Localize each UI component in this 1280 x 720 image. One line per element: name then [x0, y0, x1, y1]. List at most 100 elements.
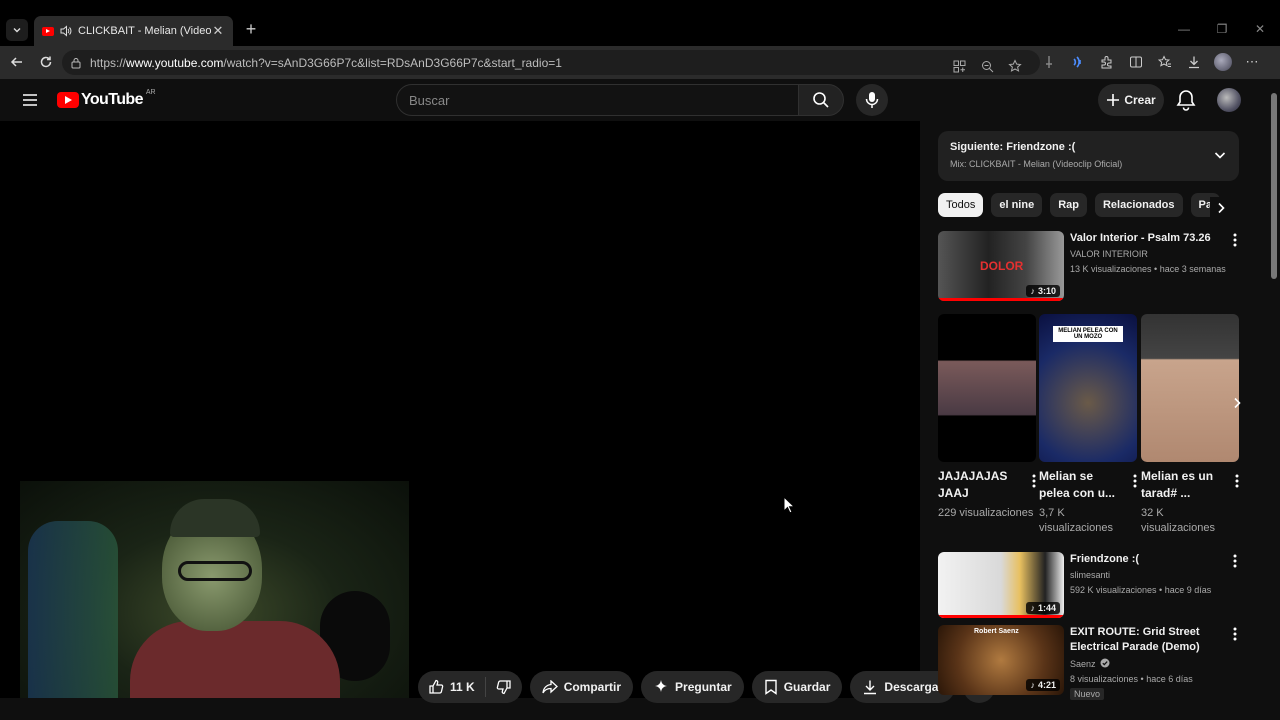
account-avatar[interactable] [1217, 88, 1241, 112]
logo-wordmark: YouTube [81, 91, 143, 108]
browser-tab-active[interactable]: CLICKBAIT - Melian (Videoclip ✕ [34, 16, 233, 46]
like-button[interactable]: 11 K [418, 677, 486, 697]
short-item[interactable]: MELIAN PELEA CON UN MOZO Melian se pelea… [1039, 314, 1137, 536]
short-item[interactable]: Melian es un tarad# ... 32 K visualizaci… [1141, 314, 1239, 536]
video-title[interactable]: EXIT ROUTE: Grid Street Electrical Parad… [1070, 625, 1239, 655]
site-info-icon[interactable] [70, 57, 82, 69]
search-box[interactable] [396, 84, 799, 116]
short-item[interactable]: JAJAJAJAS JAAJ 229 visualizaciones [938, 314, 1036, 521]
more-vertical-icon[interactable] [1233, 233, 1237, 252]
favorite-star-icon[interactable] [1006, 57, 1024, 75]
bottom-strip [0, 703, 1280, 720]
chevron-down-icon[interactable] [1213, 148, 1227, 167]
address-bar[interactable]: https://www.youtube.com/watch?v=sAnD3G66… [62, 50, 1040, 75]
short-views: 229 visualizaciones [938, 507, 1034, 519]
short-thumbnail[interactable] [1141, 314, 1239, 462]
shorts-scroll-right-icon[interactable] [1226, 392, 1248, 414]
minimize-icon[interactable]: — [1170, 18, 1198, 40]
chip-relacionados[interactable]: Relacionados [1094, 193, 1183, 217]
back-icon[interactable] [6, 51, 28, 73]
video-info: Valor Interior - Psalm 73.26 VALOR INTER… [1070, 231, 1239, 301]
duration-value: 3:10 [1037, 286, 1056, 296]
video-title[interactable]: Friendzone :( [1070, 552, 1239, 567]
duration-value: 1:44 [1037, 603, 1056, 613]
tab-list-button[interactable] [6, 19, 28, 41]
video-meta: 13 K visualizaciones • hace 3 semanas [1070, 264, 1226, 274]
reload-icon[interactable] [35, 51, 57, 73]
thumbs-down-icon [496, 680, 511, 695]
restore-icon[interactable]: ❐ [1208, 18, 1236, 40]
tab-close-icon[interactable]: ✕ [211, 23, 225, 39]
page-scrollbar[interactable] [1268, 79, 1280, 703]
downloads-icon[interactable] [1185, 53, 1203, 71]
more-vertical-icon[interactable] [1233, 627, 1237, 646]
profile-avatar-icon[interactable] [1214, 53, 1232, 71]
app-available-icon[interactable] [950, 57, 968, 75]
video-meta: 8 visualizaciones • hace 6 días [1070, 674, 1193, 684]
up-next-subtitle: Mix: CLICKBAIT - Melian (Videoclip Ofici… [950, 159, 1123, 169]
split-screen-icon[interactable] [1127, 53, 1145, 71]
channel-name[interactable]: Saenz [1070, 659, 1096, 669]
video-thumbnail[interactable]: ♪ 1:44 [938, 552, 1064, 618]
extensions-icon[interactable] [1098, 53, 1116, 71]
chip-el-nine[interactable]: el nine [991, 193, 1043, 217]
search-input[interactable] [409, 92, 798, 108]
read-aloud-icon[interactable] [1069, 53, 1087, 71]
mouse-cursor-icon [783, 495, 796, 519]
list-item[interactable]: ♪ 1:44 Friendzone :( slimesanti 592 K vi… [938, 552, 1239, 618]
chip-rap[interactable]: Rap [1050, 193, 1087, 217]
favorites-icon[interactable] [1156, 53, 1174, 71]
short-title[interactable]: Melian es un tarad# ... [1141, 468, 1239, 502]
like-count: 11 K [450, 680, 475, 694]
speaker-icon[interactable] [60, 25, 72, 37]
share-button[interactable]: Compartir [529, 671, 634, 703]
list-item[interactable]: DOLOR ♪ 3:10 Valor Interior - Psalm 73.2… [938, 231, 1239, 301]
search-button[interactable] [798, 84, 844, 116]
window-close-icon[interactable]: ✕ [1246, 18, 1274, 40]
new-badge: Nuevo [1070, 688, 1105, 700]
chips-scroll-right-icon[interactable] [1210, 197, 1232, 219]
video-thumbnail[interactable]: DOLOR ♪ 3:10 [938, 231, 1064, 301]
short-thumbnail[interactable] [938, 314, 1036, 462]
ask-label: Preguntar [675, 680, 732, 694]
video-player[interactable] [0, 121, 920, 698]
video-actions: 11 K Compartir Preguntar Guardar Descarg… [418, 671, 996, 703]
new-tab-button[interactable]: + [240, 18, 262, 40]
channel-name[interactable]: slimesanti [1070, 570, 1239, 580]
watch-progress-bar [938, 615, 1064, 618]
video-thumbnail[interactable]: Robert Saenz ♪ 4:21 [938, 625, 1064, 695]
duration-value: 4:21 [1037, 680, 1056, 690]
download-label: Descargar [884, 680, 944, 694]
save-button[interactable]: Guardar [751, 671, 843, 703]
notifications-bell-icon[interactable] [1176, 89, 1198, 111]
dislike-button[interactable] [486, 679, 522, 695]
more-vertical-icon[interactable] [1032, 474, 1036, 493]
like-dislike-group: 11 K [418, 671, 522, 703]
scrollbar-thumb[interactable] [1271, 93, 1277, 279]
more-vertical-icon[interactable] [1235, 474, 1239, 493]
extension-pin-icon[interactable] [1040, 53, 1058, 71]
list-item[interactable]: Robert Saenz ♪ 4:21 EXIT ROUTE: Grid Str… [938, 625, 1239, 702]
create-button[interactable]: Crear [1098, 84, 1164, 116]
menu-icon[interactable] [20, 90, 40, 110]
more-vertical-icon[interactable] [1133, 474, 1137, 493]
ask-button[interactable]: Preguntar [641, 671, 744, 703]
save-label: Guardar [783, 680, 831, 694]
mix-up-next-panel[interactable]: Siguiente: Friendzone :( Mix: CLICKBAIT … [938, 131, 1239, 181]
bookmark-icon [765, 679, 777, 695]
zoom-icon[interactable] [978, 57, 996, 75]
short-thumbnail[interactable]: MELIAN PELEA CON UN MOZO [1039, 314, 1137, 462]
thumbnail-text: MELIAN PELEA CON UN MOZO [1053, 326, 1123, 342]
voice-search-button[interactable] [856, 84, 888, 116]
short-title[interactable]: Melian se pelea con u... [1039, 468, 1137, 502]
duration-badge: ♪ 3:10 [1026, 285, 1060, 297]
country-code: AR [145, 88, 156, 96]
channel-name[interactable]: VALOR INTERIOIR [1070, 249, 1239, 259]
youtube-logo[interactable]: YouTube AR [57, 88, 156, 109]
chip-todos[interactable]: Todos [938, 193, 984, 217]
more-vertical-icon[interactable] [1233, 554, 1237, 573]
short-title[interactable]: JAJAJAJAS JAAJ [938, 468, 1036, 502]
search-icon [813, 92, 829, 108]
video-title[interactable]: Valor Interior - Psalm 73.26 [1070, 231, 1239, 246]
settings-more-icon[interactable]: ⋯ [1243, 53, 1261, 71]
